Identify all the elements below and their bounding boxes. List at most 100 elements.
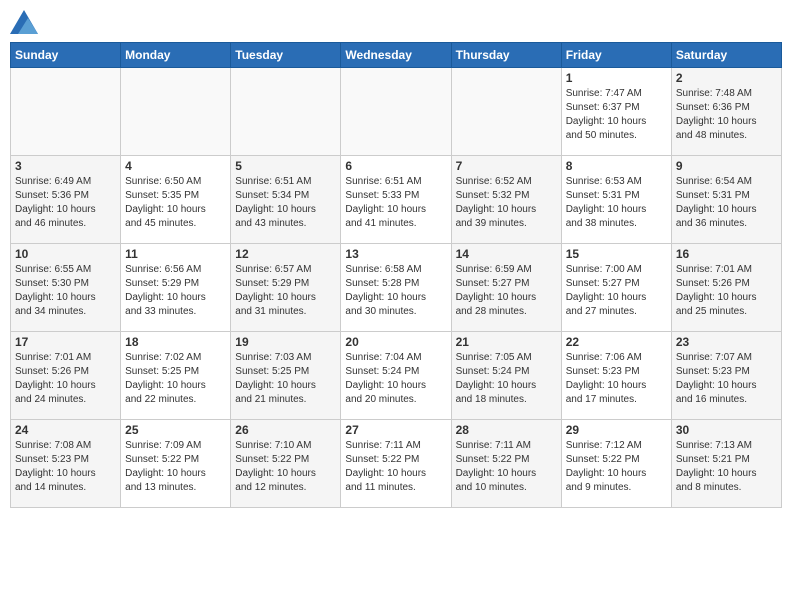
- day-info: Sunrise: 6:58 AM Sunset: 5:28 PM Dayligh…: [345, 263, 446, 319]
- day-info: Sunrise: 7:03 AM Sunset: 5:25 PM Dayligh…: [235, 351, 336, 407]
- week-row-4: 17 Sunrise: 7:01 AM Sunset: 5:26 PM Dayli…: [11, 332, 782, 420]
- day-info: Sunrise: 7:11 AM Sunset: 5:22 PM Dayligh…: [345, 439, 446, 495]
- day-info: Sunrise: 6:52 AM Sunset: 5:32 PM Dayligh…: [456, 175, 557, 231]
- day-cell: 4 Sunrise: 6:50 AM Sunset: 5:35 PM Daylig…: [121, 156, 231, 244]
- page-header: [10, 10, 782, 34]
- day-number: 22: [566, 335, 667, 349]
- day-number: 2: [676, 71, 777, 85]
- day-number: 3: [15, 159, 116, 173]
- day-cell: 20 Sunrise: 7:04 AM Sunset: 5:24 PM Dayli…: [341, 332, 451, 420]
- day-number: 19: [235, 335, 336, 349]
- day-cell: 7 Sunrise: 6:52 AM Sunset: 5:32 PM Daylig…: [451, 156, 561, 244]
- day-info: Sunrise: 6:55 AM Sunset: 5:30 PM Dayligh…: [15, 263, 116, 319]
- day-cell: 21 Sunrise: 7:05 AM Sunset: 5:24 PM Dayli…: [451, 332, 561, 420]
- day-number: 14: [456, 247, 557, 261]
- day-number: 6: [345, 159, 446, 173]
- day-info: Sunrise: 7:01 AM Sunset: 5:26 PM Dayligh…: [676, 263, 777, 319]
- day-number: 9: [676, 159, 777, 173]
- day-number: 30: [676, 423, 777, 437]
- day-number: 29: [566, 423, 667, 437]
- day-info: Sunrise: 7:05 AM Sunset: 5:24 PM Dayligh…: [456, 351, 557, 407]
- day-cell: 30 Sunrise: 7:13 AM Sunset: 5:21 PM Dayli…: [671, 420, 781, 508]
- day-number: 5: [235, 159, 336, 173]
- col-header-friday: Friday: [561, 43, 671, 68]
- day-number: 18: [125, 335, 226, 349]
- day-number: 7: [456, 159, 557, 173]
- col-header-wednesday: Wednesday: [341, 43, 451, 68]
- col-header-sunday: Sunday: [11, 43, 121, 68]
- day-number: 15: [566, 247, 667, 261]
- day-cell: 19 Sunrise: 7:03 AM Sunset: 5:25 PM Dayli…: [231, 332, 341, 420]
- day-number: 21: [456, 335, 557, 349]
- day-cell: 5Sunrise: 6:51 AM Sunset: 5:34 PM Daylig…: [231, 156, 341, 244]
- day-info: Sunrise: 7:13 AM Sunset: 5:21 PM Dayligh…: [676, 439, 777, 495]
- day-number: 13: [345, 247, 446, 261]
- day-cell: 1 Sunrise: 7:47 AM Sunset: 6:37 PM Daylig…: [561, 68, 671, 156]
- day-cell: 23 Sunrise: 7:07 AM Sunset: 5:23 PM Dayli…: [671, 332, 781, 420]
- day-cell: 26 Sunrise: 7:10 AM Sunset: 5:22 PM Dayli…: [231, 420, 341, 508]
- day-info: Sunrise: 7:12 AM Sunset: 5:22 PM Dayligh…: [566, 439, 667, 495]
- day-cell: 18 Sunrise: 7:02 AM Sunset: 5:25 PM Dayli…: [121, 332, 231, 420]
- day-number: 1: [566, 71, 667, 85]
- day-cell: 11Sunrise: 6:56 AM Sunset: 5:29 PM Dayli…: [121, 244, 231, 332]
- day-cell: 29 Sunrise: 7:12 AM Sunset: 5:22 PM Dayli…: [561, 420, 671, 508]
- day-number: 8: [566, 159, 667, 173]
- day-number: 16: [676, 247, 777, 261]
- col-header-tuesday: Tuesday: [231, 43, 341, 68]
- day-number: 11: [125, 247, 226, 261]
- day-number: 17: [15, 335, 116, 349]
- day-cell: 10 Sunrise: 6:55 AM Sunset: 5:30 PM Dayli…: [11, 244, 121, 332]
- day-cell: 17 Sunrise: 7:01 AM Sunset: 5:26 PM Dayli…: [11, 332, 121, 420]
- calendar-table: SundayMondayTuesdayWednesdayThursdayFrid…: [10, 42, 782, 508]
- day-info: Sunrise: 7:09 AM Sunset: 5:22 PM Dayligh…: [125, 439, 226, 495]
- day-cell: 3 Sunrise: 6:49 AM Sunset: 5:36 PM Daylig…: [11, 156, 121, 244]
- day-cell: 13 Sunrise: 6:58 AM Sunset: 5:28 PM Dayli…: [341, 244, 451, 332]
- day-info: Sunrise: 6:50 AM Sunset: 5:35 PM Dayligh…: [125, 175, 226, 231]
- day-number: 20: [345, 335, 446, 349]
- day-info: Sunrise: 7:47 AM Sunset: 6:37 PM Dayligh…: [566, 87, 667, 143]
- day-cell: 6Sunrise: 6:51 AM Sunset: 5:33 PM Daylig…: [341, 156, 451, 244]
- day-number: 12: [235, 247, 336, 261]
- col-header-monday: Monday: [121, 43, 231, 68]
- day-cell: 14Sunrise: 6:59 AM Sunset: 5:27 PM Dayli…: [451, 244, 561, 332]
- day-info: Sunrise: 6:57 AM Sunset: 5:29 PM Dayligh…: [235, 263, 336, 319]
- day-cell: 27 Sunrise: 7:11 AM Sunset: 5:22 PM Dayli…: [341, 420, 451, 508]
- header-row: SundayMondayTuesdayWednesdayThursdayFrid…: [11, 43, 782, 68]
- day-number: 25: [125, 423, 226, 437]
- day-cell: 9 Sunrise: 6:54 AM Sunset: 5:31 PM Daylig…: [671, 156, 781, 244]
- day-info: Sunrise: 7:02 AM Sunset: 5:25 PM Dayligh…: [125, 351, 226, 407]
- day-info: Sunrise: 7:07 AM Sunset: 5:23 PM Dayligh…: [676, 351, 777, 407]
- day-info: Sunrise: 6:54 AM Sunset: 5:31 PM Dayligh…: [676, 175, 777, 231]
- day-number: 26: [235, 423, 336, 437]
- day-cell: 25 Sunrise: 7:09 AM Sunset: 5:22 PM Dayli…: [121, 420, 231, 508]
- day-cell: [341, 68, 451, 156]
- day-cell: 28 Sunrise: 7:11 AM Sunset: 5:22 PM Dayli…: [451, 420, 561, 508]
- day-info: Sunrise: 7:11 AM Sunset: 5:22 PM Dayligh…: [456, 439, 557, 495]
- day-cell: [451, 68, 561, 156]
- logo: [10, 10, 42, 34]
- day-cell: 16 Sunrise: 7:01 AM Sunset: 5:26 PM Dayli…: [671, 244, 781, 332]
- day-number: 10: [15, 247, 116, 261]
- logo-icon: [10, 10, 38, 34]
- day-cell: 22 Sunrise: 7:06 AM Sunset: 5:23 PM Dayli…: [561, 332, 671, 420]
- week-row-2: 3 Sunrise: 6:49 AM Sunset: 5:36 PM Daylig…: [11, 156, 782, 244]
- day-number: 24: [15, 423, 116, 437]
- day-cell: 15 Sunrise: 7:00 AM Sunset: 5:27 PM Dayli…: [561, 244, 671, 332]
- day-cell: [11, 68, 121, 156]
- day-info: Sunrise: 7:06 AM Sunset: 5:23 PM Dayligh…: [566, 351, 667, 407]
- day-info: Sunrise: 7:04 AM Sunset: 5:24 PM Dayligh…: [345, 351, 446, 407]
- day-number: 27: [345, 423, 446, 437]
- day-info: Sunrise: 7:01 AM Sunset: 5:26 PM Dayligh…: [15, 351, 116, 407]
- day-info: Sunrise: 7:08 AM Sunset: 5:23 PM Dayligh…: [15, 439, 116, 495]
- day-info: Sunrise: 7:48 AM Sunset: 6:36 PM Dayligh…: [676, 87, 777, 143]
- day-cell: [231, 68, 341, 156]
- day-number: 28: [456, 423, 557, 437]
- day-info: Sunrise: 7:10 AM Sunset: 5:22 PM Dayligh…: [235, 439, 336, 495]
- day-number: 23: [676, 335, 777, 349]
- day-cell: 8Sunrise: 6:53 AM Sunset: 5:31 PM Daylig…: [561, 156, 671, 244]
- day-info: Sunrise: 7:00 AM Sunset: 5:27 PM Dayligh…: [566, 263, 667, 319]
- day-cell: 24 Sunrise: 7:08 AM Sunset: 5:23 PM Dayli…: [11, 420, 121, 508]
- col-header-thursday: Thursday: [451, 43, 561, 68]
- day-info: Sunrise: 6:49 AM Sunset: 5:36 PM Dayligh…: [15, 175, 116, 231]
- day-number: 4: [125, 159, 226, 173]
